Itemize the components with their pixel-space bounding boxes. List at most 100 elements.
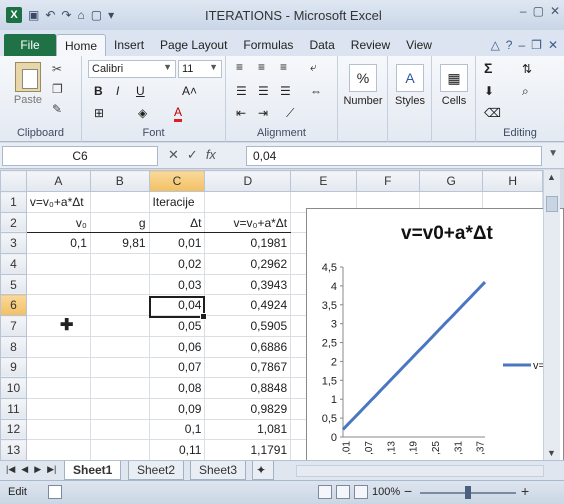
undo-icon[interactable]: ↶ (45, 8, 55, 22)
copy-icon[interactable]: ❐ (52, 82, 63, 96)
name-box[interactable]: C6 (2, 146, 158, 166)
row-header[interactable]: 10 (0, 377, 27, 399)
cell-a1[interactable]: v=v₀+a*Δt (25, 191, 91, 213)
zoom-out-icon[interactable]: − (404, 483, 412, 499)
page-break-view-icon[interactable] (354, 485, 368, 499)
cell-d6[interactable]: 0,4924 (204, 294, 292, 317)
sort-filter-icon[interactable]: ⇅ (522, 62, 532, 76)
first-sheet-icon[interactable]: |◀ (6, 464, 15, 475)
tab-insert[interactable]: Insert (106, 34, 152, 56)
find-select-icon[interactable]: ⌕ (522, 84, 529, 99)
cell-a13[interactable] (25, 439, 91, 460)
save-icon[interactable]: ▣ (28, 8, 39, 22)
cell-b7[interactable] (89, 315, 150, 337)
cell-b10[interactable] (89, 377, 150, 399)
number-group[interactable]: % Number (338, 56, 388, 142)
wrap-text-icon[interactable]: ⤶ (310, 60, 317, 75)
font-color-button[interactable]: A (174, 106, 183, 122)
sheet-tab-2[interactable]: Sheet2 (128, 461, 185, 480)
row-header[interactable]: 2 (0, 211, 27, 234)
cut-icon[interactable]: ✂ (52, 62, 62, 76)
horizontal-scrollbar[interactable] (296, 465, 544, 477)
underline-button[interactable]: U (136, 84, 145, 98)
borders-icon[interactable]: ⊞ (94, 106, 104, 120)
normal-view-icon[interactable] (318, 485, 332, 499)
cell-d3[interactable]: 0,1981 (204, 232, 292, 255)
cell-a12[interactable] (25, 418, 91, 441)
row-header[interactable]: 11 (0, 397, 27, 420)
formula-input[interactable]: 0,04 (246, 146, 542, 166)
scroll-up-icon[interactable]: ▲ (547, 172, 556, 182)
column-header[interactable]: D (204, 170, 292, 192)
cell-b5[interactable] (89, 273, 150, 296)
cell-a3[interactable]: 0,1 (25, 232, 91, 255)
cell-d1[interactable] (204, 191, 292, 213)
row-header[interactable]: 7 (0, 315, 27, 337)
cell-c2[interactable]: Δt (148, 211, 206, 234)
page-layout-view-icon[interactable] (336, 485, 350, 499)
cell-c11[interactable]: 0,09 (148, 397, 206, 420)
minimize-icon[interactable]: – (520, 4, 527, 18)
column-header[interactable]: E (290, 170, 357, 192)
cells-group[interactable]: ▦ Cells (432, 56, 476, 142)
column-header[interactable]: C (148, 170, 206, 192)
row-header[interactable]: 6 (0, 294, 27, 317)
cell-d7[interactable]: 0,5905 (204, 315, 292, 337)
cell-c1[interactable]: Iteracije (148, 191, 206, 213)
scroll-down-icon[interactable]: ▼ (547, 448, 556, 458)
cell-a6[interactable] (25, 294, 91, 317)
customize-icon[interactable]: ▾ (108, 8, 114, 22)
workbook-restore-icon[interactable]: ❐ (531, 38, 542, 52)
excel-app-icon[interactable]: X (6, 7, 22, 23)
cell-b3[interactable]: 9,81 (89, 232, 150, 255)
align-center-icon[interactable]: ☰ (258, 84, 269, 98)
cell-d2[interactable]: v=v₀+a*Δt (204, 211, 292, 234)
cell-b8[interactable] (89, 335, 150, 358)
column-header[interactable]: F (355, 170, 420, 192)
cell-c9[interactable]: 0,07 (148, 356, 206, 379)
cell-a10[interactable] (25, 377, 91, 399)
font-name-combo[interactable]: Calibri ▼ (88, 60, 176, 78)
decrease-indent-icon[interactable]: ⇤ (236, 106, 246, 120)
column-header[interactable]: G (418, 170, 484, 192)
row-header[interactable]: 8 (0, 335, 27, 358)
open-icon[interactable]: ⌂ (77, 8, 84, 22)
row-header[interactable]: 5 (0, 273, 27, 296)
cell-a5[interactable] (25, 273, 91, 296)
cell-d11[interactable]: 0,9829 (204, 397, 292, 420)
row-header[interactable]: 9 (0, 356, 27, 379)
cell-c3[interactable]: 0,01 (148, 232, 206, 255)
zoom-level[interactable]: 100% (372, 486, 400, 498)
align-bottom-icon[interactable]: ≡ (280, 60, 287, 74)
cell-d8[interactable]: 0,6886 (204, 335, 292, 358)
cell-b6[interactable] (89, 294, 150, 317)
cell-c5[interactable]: 0,03 (148, 273, 206, 296)
insert-sheet-icon[interactable]: ✦ (252, 461, 274, 480)
cell-a8[interactable] (25, 335, 91, 358)
cell-b2[interactable]: g (89, 211, 150, 234)
tab-page-layout[interactable]: Page Layout (152, 34, 235, 56)
cell-d12[interactable]: 1,081 (204, 418, 292, 441)
series-line[interactable] (341, 281, 487, 431)
grow-font-icon[interactable]: A˄ (182, 84, 197, 98)
cell-b4[interactable] (89, 253, 150, 275)
line-chart[interactable]: v=v0+a*Δt 0 0,5 1 1,5 2 2,5 3 3,5 4 4,5,01,07,13,… (306, 208, 564, 464)
row-header[interactable]: 13 (0, 439, 27, 460)
sheet-tab-1[interactable]: Sheet1 (64, 461, 122, 480)
scroll-thumb[interactable] (546, 196, 558, 212)
macro-record-icon[interactable] (48, 485, 62, 499)
zoom-slider-thumb[interactable] (465, 486, 471, 499)
styles-button[interactable]: A Styles (390, 64, 430, 107)
align-top-icon[interactable]: ≡ (236, 60, 243, 74)
autosum-button[interactable]: Σ (484, 60, 492, 76)
insert-function-button[interactable]: fx (206, 147, 216, 163)
cell-c10[interactable]: 0,08 (148, 377, 206, 399)
cell-a9[interactable] (25, 356, 91, 379)
cell-c4[interactable]: 0,02 (148, 253, 206, 275)
tab-home[interactable]: Home (56, 34, 107, 56)
cell-c12[interactable]: 0,1 (148, 418, 206, 441)
cell-b13[interactable] (89, 439, 150, 460)
sheet-tab-3[interactable]: Sheet3 (190, 461, 247, 480)
last-sheet-icon[interactable]: ▶| (47, 464, 56, 475)
next-sheet-icon[interactable]: ▶ (34, 464, 41, 475)
